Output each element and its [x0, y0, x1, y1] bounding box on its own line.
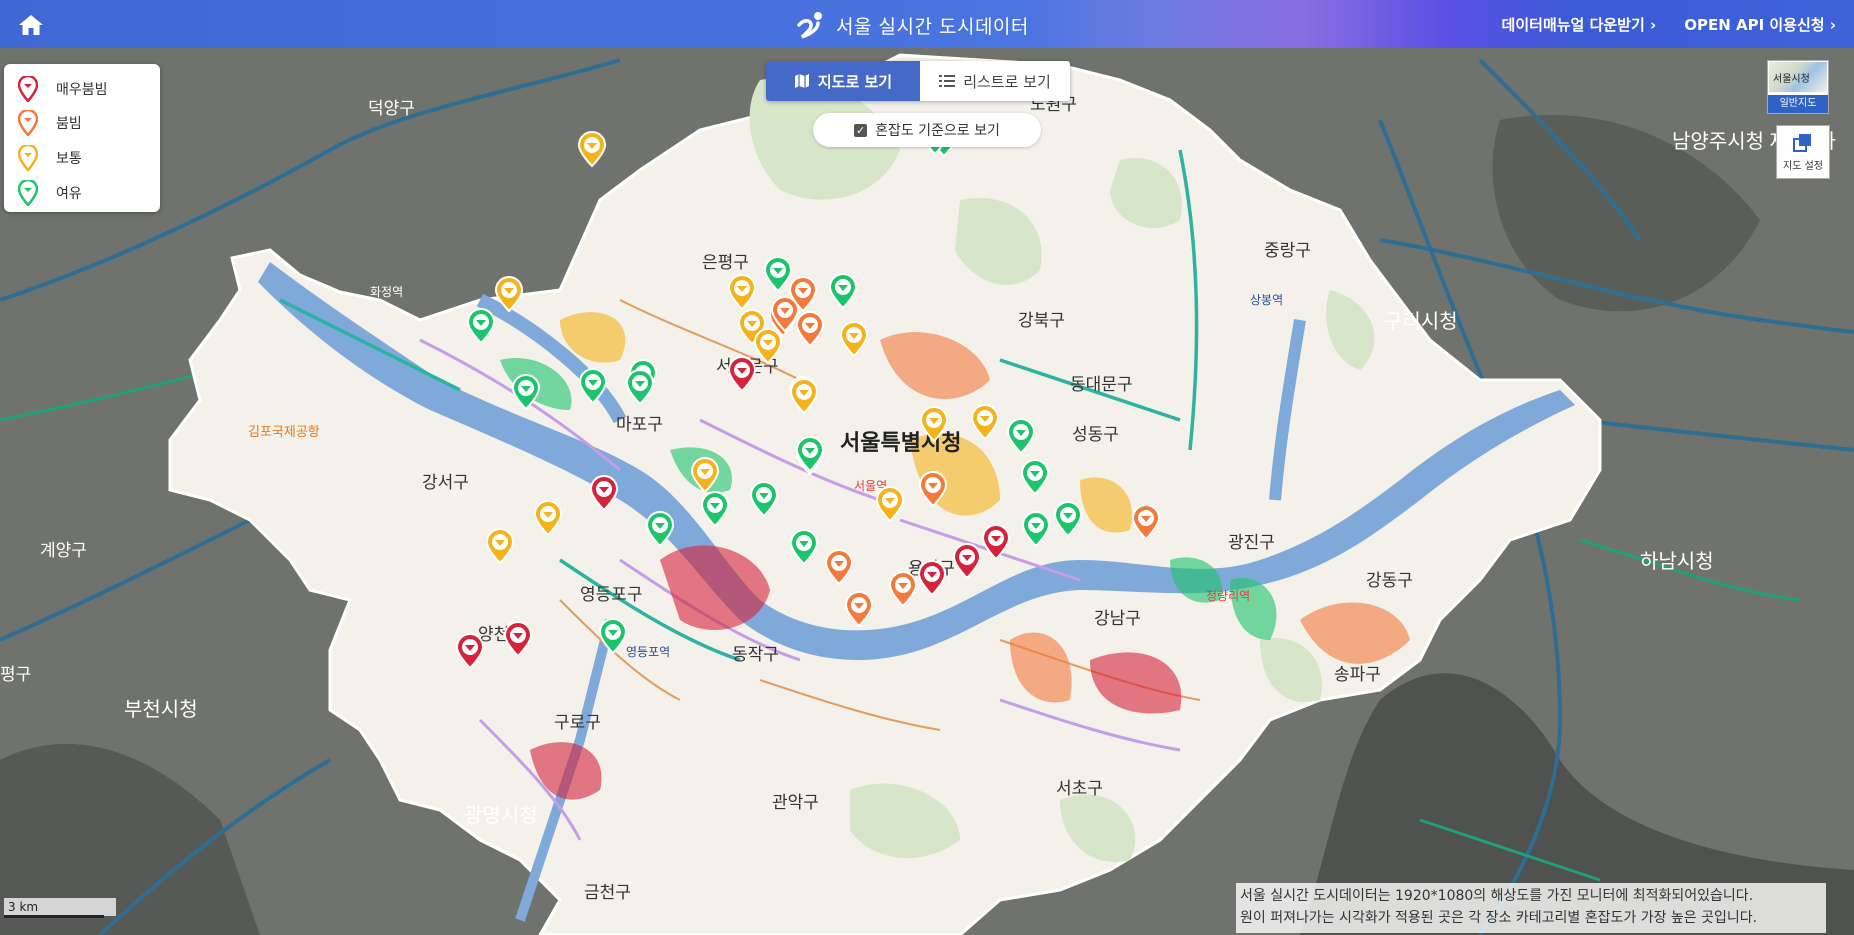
chevron-right-icon: › [1650, 16, 1657, 34]
seoul-map[interactable]: 강서구 양천구 구로구 금천구 영등포구 마포구 은평구 서대문구 서울특별시청… [0, 48, 1854, 935]
legend-label: 여유 [56, 186, 82, 202]
notice-line: 원이 퍼져나가는 시각화가 적용된 곳은 각 장소 카테고리별 혼잡도가 가장 … [1240, 910, 1758, 926]
crowd-checkbox[interactable]: ✓ [854, 123, 868, 137]
list-view-label: 리스트로 보기 [963, 72, 1051, 91]
legend-item-very-crowded: 매우붐빔 [18, 76, 108, 102]
map-label: 강동구 [1366, 571, 1413, 590]
page-title: 서울 실시간 도시데이터 [836, 15, 1029, 38]
map-type-button[interactable]: 서울시청 일반지도 [1767, 60, 1829, 114]
map-label: 광진구 [1228, 533, 1275, 552]
legend-item-relaxed: 여유 [18, 180, 82, 206]
map-scale: 3 km [4, 898, 116, 916]
map-label: 서초구 [1056, 779, 1103, 798]
map-label: 동대문구 [1070, 375, 1133, 394]
list-view-button[interactable]: 리스트로 보기 [920, 61, 1070, 101]
map-canvas[interactable]: 강서구 양천구 구로구 금천구 영등포구 마포구 은평구 서대문구 서울특별시청… [0, 48, 1854, 935]
map-icon [794, 74, 809, 88]
legend-item-crowded: 붐빔 [18, 110, 82, 136]
seoul-logo-icon [797, 12, 822, 39]
legend-label: 붐빔 [56, 116, 82, 132]
map-settings-button[interactable]: 지도 설정 [1776, 125, 1830, 179]
map-thumbnail: 서울시청 [1769, 62, 1827, 92]
map-label: 금천구 [584, 883, 631, 902]
map-label: 중랑구 [1264, 241, 1311, 260]
scale-bar [4, 915, 104, 918]
chevron-right-icon: › [1829, 16, 1836, 34]
map-thumbnail-label: 서울시청 [1773, 74, 1810, 85]
brand: 서울 실시간 도시데이터 [796, 10, 1029, 40]
open-api-link[interactable]: OPEN API 이용신청 › [1684, 14, 1836, 35]
pin-icon [18, 110, 38, 136]
map-label: 청량리역 [1206, 589, 1250, 603]
legend-item-normal: 보통 [18, 145, 82, 171]
map-label: 서울특별시청 [840, 430, 961, 455]
map-label: 구리시청 [1384, 310, 1458, 333]
map-label: 계양구 [40, 541, 87, 560]
crowd-filter[interactable]: ✓ 혼잡도 기준으로 보기 [813, 113, 1041, 147]
map-label: 성동구 [1072, 425, 1119, 444]
layers-icon [1793, 134, 1811, 152]
map-label: 강남구 [1094, 609, 1141, 628]
legend: 매우붐빔 붐빔 보통 여유 [4, 64, 160, 212]
map-label: 화정역 [370, 285, 403, 299]
map-label: 강북구 [1018, 311, 1065, 330]
view-toggle: 지도로 보기 리스트로 보기 [766, 61, 1070, 101]
list-icon [939, 75, 956, 87]
legend-label: 보통 [56, 151, 82, 167]
top-bar: 서울 실시간 도시데이터 데이터매뉴얼 다운받기 › OPEN API 이용신청… [0, 0, 1854, 48]
map-label: 덕양구 [368, 99, 415, 118]
map-label: 김포국제공항 [248, 424, 320, 439]
map-label: 평구 [0, 665, 31, 684]
map-label: 동작구 [732, 645, 779, 664]
open-api-label: OPEN API 이용신청 [1684, 16, 1825, 34]
map-label: 광명시청 [464, 804, 538, 827]
map-label: 강서구 [422, 473, 469, 492]
pin-icon [18, 145, 38, 171]
manual-download-label: 데이터매뉴얼 다운받기 [1501, 16, 1645, 34]
map-label: 상봉역 [1250, 293, 1283, 307]
map-label: 하남시청 [1640, 550, 1714, 573]
legend-label: 매우붐빔 [56, 82, 108, 98]
map-label: 영등포구 [580, 585, 643, 604]
scale-label: 3 km [8, 900, 39, 914]
map-type-label: 일반지도 [1768, 95, 1828, 113]
resolution-notice: 서울 실시간 도시데이터는 1920*1080의 해상도를 가진 모니터에 최적… [1236, 883, 1826, 933]
home-icon[interactable] [18, 14, 44, 36]
map-label: 부천시청 [124, 698, 198, 721]
manual-download-link[interactable]: 데이터매뉴얼 다운받기 › [1502, 14, 1657, 35]
map-label: 은평구 [702, 253, 749, 272]
crowd-checkbox-label: 혼잡도 기준으로 보기 [875, 123, 1000, 139]
map-label: 영등포역 [626, 645, 670, 659]
map-view-label: 지도로 보기 [817, 72, 893, 91]
pin-icon [18, 76, 38, 102]
pin-icon [18, 180, 38, 206]
map-label: 관악구 [772, 793, 819, 812]
map-label: 송파구 [1334, 665, 1381, 684]
map-label: 마포구 [616, 415, 663, 434]
map-label: 구로구 [554, 713, 601, 732]
notice-line: 서울 실시간 도시데이터는 1920*1080의 해상도를 가진 모니터에 최적… [1240, 888, 1754, 904]
map-view-button[interactable]: 지도로 보기 [766, 61, 920, 101]
map-settings-label: 지도 설정 [1783, 161, 1823, 172]
top-links: 데이터매뉴얼 다운받기 › OPEN API 이용신청 › [1502, 14, 1836, 35]
